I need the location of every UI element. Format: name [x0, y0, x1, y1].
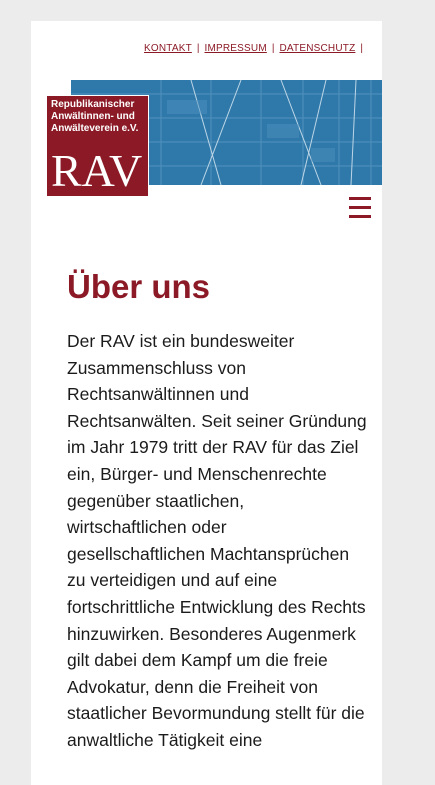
nav-link-kontakt[interactable]: KONTAKT — [144, 43, 192, 54]
page-container: KONTAKT | IMPRESSUM | DATENSCHUTZ | Repu… — [31, 21, 382, 785]
top-navigation: KONTAKT | IMPRESSUM | DATENSCHUTZ | — [144, 43, 368, 54]
nav-link-datenschutz[interactable]: DATENSCHUTZ — [279, 43, 355, 54]
logo-mark: RAV — [51, 145, 143, 196]
logo-subtitle: Republikanischer Anwältinnen- und Anwält… — [51, 99, 139, 134]
intro-paragraph: Der RAV ist ein bundesweiter Zusammensch… — [67, 331, 367, 750]
nav-separator: | — [196, 43, 200, 54]
page-title: Über uns — [67, 268, 211, 305]
nav-link-impressum[interactable]: IMPRESSUM — [205, 43, 267, 54]
hamburger-menu-button[interactable] — [349, 197, 371, 221]
nav-separator: | — [360, 43, 363, 54]
nav-separator: | — [271, 43, 275, 54]
hamburger-icon — [349, 197, 371, 218]
rav-logo[interactable]: Republikanischer Anwältinnen- und Anwält… — [46, 95, 149, 197]
